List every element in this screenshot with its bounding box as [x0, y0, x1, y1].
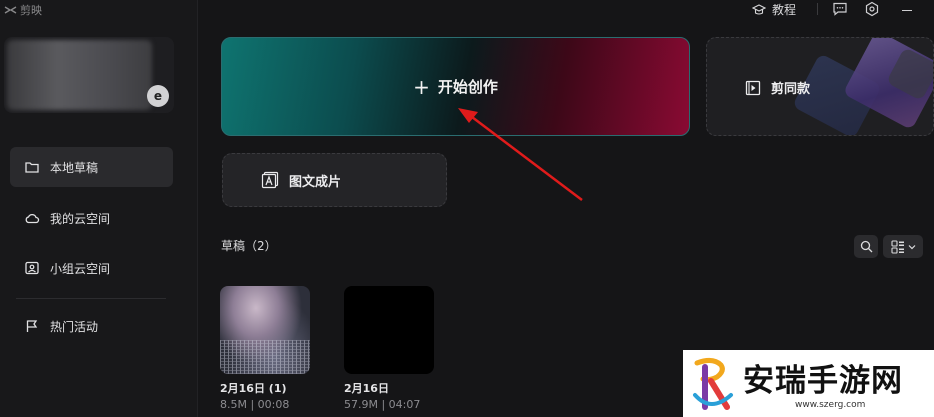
- feedback-icon[interactable]: [832, 1, 848, 17]
- sidebar-item-label: 本地草稿: [50, 160, 99, 175]
- minimize-button[interactable]: [902, 10, 912, 11]
- image-text-video-label: 图文成片: [289, 174, 342, 190]
- watermark-url: www.szerg.com: [795, 400, 866, 410]
- template-button-label: 剪同款: [771, 82, 811, 97]
- template-button[interactable]: 剪同款: [706, 37, 934, 136]
- user-profile-card[interactable]: e: [4, 37, 174, 113]
- draft-thumbnail[interactable]: [220, 286, 310, 374]
- video-template-icon: [745, 80, 761, 95]
- settings-gear-icon[interactable]: [864, 1, 880, 17]
- app-logo-text: 剪映: [20, 4, 42, 17]
- draft-name: 2月16日 (1): [220, 382, 287, 395]
- folder-icon: [25, 162, 39, 173]
- plus-icon: +: [413, 74, 430, 99]
- sidebar-divider: [16, 298, 166, 299]
- draft-item[interactable]: 2月16日 57.9M | 04:07: [344, 286, 434, 411]
- draft-thumbnail[interactable]: [344, 286, 434, 374]
- sidebar-item-label: 热门活动: [50, 319, 99, 334]
- draft-meta: 57.9M | 04:07: [344, 398, 421, 411]
- start-creation-label: 开始创作: [437, 78, 498, 96]
- text-image-icon: [261, 171, 279, 189]
- draft-meta: 8.5M | 00:08: [220, 398, 290, 411]
- tutorial-button[interactable]: 教程: [752, 1, 796, 18]
- flag-icon: [26, 320, 38, 332]
- graduation-cap-icon: [752, 3, 766, 15]
- watermark-logo-icon: [693, 357, 733, 410]
- avatar[interactable]: e: [147, 85, 169, 107]
- template-button-content: 剪同款: [745, 78, 810, 97]
- blurred-username: [7, 40, 152, 110]
- start-creation-button[interactable]: + 开始创作: [221, 37, 690, 136]
- drafts-section-title: 草稿（2）: [221, 239, 277, 253]
- watermark-title: 安瑞手游网: [743, 363, 903, 399]
- sidebar-item-my-cloud[interactable]: 我的云空间: [10, 198, 173, 238]
- cloud-icon: [25, 213, 40, 224]
- search-drafts-button[interactable]: [854, 235, 878, 258]
- sidebar: 剪映 e 本地草稿 我的云空间 小组云空间 热门活动: [0, 0, 198, 417]
- sidebar-item-label: 小组云空间: [50, 261, 111, 276]
- sidebar-item-label: 我的云空间: [50, 211, 111, 226]
- chevron-down-icon: [908, 244, 915, 249]
- draft-item[interactable]: 2月16日 (1) 8.5M | 00:08: [220, 286, 310, 411]
- thumbnail-texture: [220, 340, 310, 374]
- search-icon: [860, 240, 872, 253]
- group-cloud-icon: [25, 261, 39, 275]
- topbar-divider: [817, 3, 818, 15]
- image-text-video-button[interactable]: 图文成片: [222, 153, 447, 207]
- capcut-logo-icon: [4, 6, 17, 14]
- sidebar-item-group-cloud[interactable]: 小组云空间: [10, 248, 173, 288]
- sidebar-item-local-drafts[interactable]: 本地草稿: [10, 147, 173, 187]
- app-logo: 剪映: [4, 2, 42, 18]
- draft-name: 2月16日: [344, 382, 389, 395]
- tutorial-label: 教程: [772, 3, 797, 17]
- view-mode-button[interactable]: [883, 235, 923, 258]
- sidebar-item-hot-events[interactable]: 热门活动: [10, 306, 173, 346]
- site-watermark: 安瑞手游网 www.szerg.com: [683, 350, 934, 417]
- grid-view-icon: [890, 239, 904, 254]
